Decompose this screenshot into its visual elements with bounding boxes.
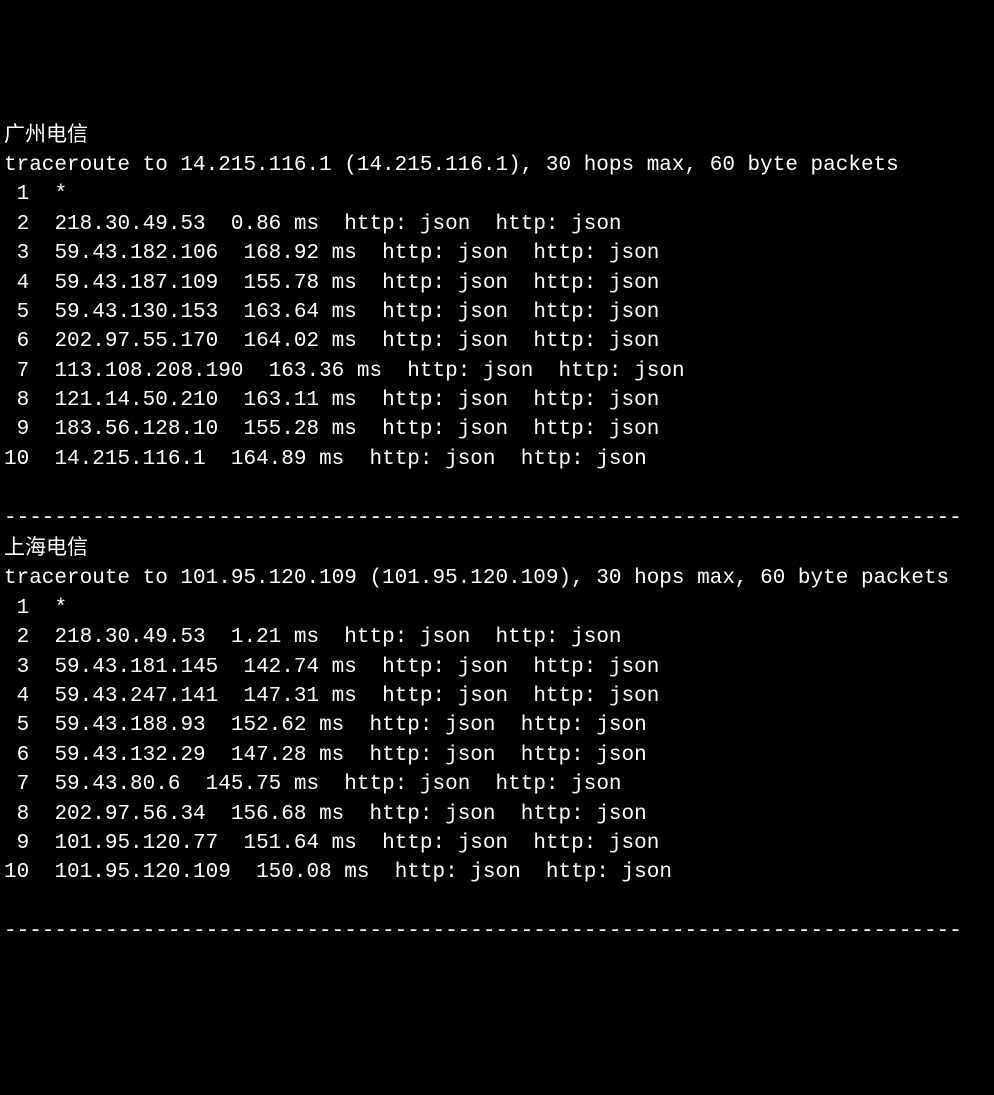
hop-line: 1 * bbox=[4, 597, 67, 620]
hop-line: 4 59.43.247.141 147.31 ms http: json htt… bbox=[4, 685, 659, 708]
hop-num: 5 bbox=[4, 714, 29, 737]
hop-text: 218.30.49.53 0.86 ms http: json http: js… bbox=[54, 213, 621, 236]
hop-num: 2 bbox=[4, 626, 29, 649]
section-title: 上海电信 bbox=[4, 536, 88, 559]
hop-num: 6 bbox=[4, 744, 29, 767]
hop-line: 8 202.97.56.34 156.68 ms http: json http… bbox=[4, 803, 647, 826]
traceroute-header: traceroute to 14.215.116.1 (14.215.116.1… bbox=[4, 154, 899, 177]
hop-num: 3 bbox=[4, 242, 29, 265]
hop-line: 7 113.108.208.190 163.36 ms http: json h… bbox=[4, 360, 685, 383]
hop-line: 5 59.43.188.93 152.62 ms http: json http… bbox=[4, 714, 647, 737]
hop-text: * bbox=[54, 597, 67, 620]
hop-text: 14.215.116.1 164.89 ms http: json http: … bbox=[54, 448, 646, 471]
hop-text: 59.43.132.29 147.28 ms http: json http: … bbox=[54, 744, 646, 767]
separator: ----------------------------------------… bbox=[4, 920, 962, 943]
hop-line: 5 59.43.130.153 163.64 ms http: json htt… bbox=[4, 301, 659, 324]
hop-line: 6 59.43.132.29 147.28 ms http: json http… bbox=[4, 744, 647, 767]
hop-num: 9 bbox=[4, 418, 29, 441]
hop-text: 59.43.80.6 145.75 ms http: json http: js… bbox=[54, 773, 621, 796]
hop-text: 218.30.49.53 1.21 ms http: json http: js… bbox=[54, 626, 621, 649]
hop-line: 9 183.56.128.10 155.28 ms http: json htt… bbox=[4, 418, 659, 441]
hop-num: 4 bbox=[4, 272, 29, 295]
hop-line: 7 59.43.80.6 145.75 ms http: json http: … bbox=[4, 773, 622, 796]
hop-num: 5 bbox=[4, 301, 29, 324]
hop-line: 2 218.30.49.53 0.86 ms http: json http: … bbox=[4, 213, 622, 236]
hop-num: 2 bbox=[4, 213, 29, 236]
hop-text: 59.43.187.109 155.78 ms http: json http:… bbox=[54, 272, 659, 295]
hop-num: 6 bbox=[4, 330, 29, 353]
hop-text: 59.43.182.106 168.92 ms http: json http:… bbox=[54, 242, 659, 265]
hop-line: 8 121.14.50.210 163.11 ms http: json htt… bbox=[4, 389, 659, 412]
hop-num: 10 bbox=[4, 448, 29, 471]
hop-num: 10 bbox=[4, 861, 29, 884]
hop-line: 10 101.95.120.109 150.08 ms http: json h… bbox=[4, 861, 672, 884]
hop-num: 7 bbox=[4, 773, 29, 796]
terminal-output: 广州电信 traceroute to 14.215.116.1 (14.215.… bbox=[4, 120, 990, 947]
hop-line: 1 * bbox=[4, 183, 67, 206]
hop-text: 121.14.50.210 163.11 ms http: json http:… bbox=[54, 389, 659, 412]
section-title: 广州电信 bbox=[4, 123, 88, 146]
traceroute-header: traceroute to 101.95.120.109 (101.95.120… bbox=[4, 567, 949, 590]
hop-text: 202.97.56.34 156.68 ms http: json http: … bbox=[54, 803, 646, 826]
hop-num: 8 bbox=[4, 389, 29, 412]
hop-num: 8 bbox=[4, 803, 29, 826]
hop-text: 101.95.120.77 151.64 ms http: json http:… bbox=[54, 832, 659, 855]
hop-line: 10 14.215.116.1 164.89 ms http: json htt… bbox=[4, 448, 647, 471]
hop-num: 9 bbox=[4, 832, 29, 855]
hop-line: 4 59.43.187.109 155.78 ms http: json htt… bbox=[4, 272, 659, 295]
hop-text: 59.43.181.145 142.74 ms http: json http:… bbox=[54, 656, 659, 679]
hop-line: 3 59.43.182.106 168.92 ms http: json htt… bbox=[4, 242, 659, 265]
hop-num: 1 bbox=[4, 597, 29, 620]
hop-num: 3 bbox=[4, 656, 29, 679]
hop-text: 59.43.130.153 163.64 ms http: json http:… bbox=[54, 301, 659, 324]
hop-line: 9 101.95.120.77 151.64 ms http: json htt… bbox=[4, 832, 659, 855]
separator: ----------------------------------------… bbox=[4, 507, 962, 530]
hop-line: 3 59.43.181.145 142.74 ms http: json htt… bbox=[4, 656, 659, 679]
hop-text: 59.43.188.93 152.62 ms http: json http: … bbox=[54, 714, 646, 737]
hop-text: 101.95.120.109 150.08 ms http: json http… bbox=[54, 861, 672, 884]
hop-num: 1 bbox=[4, 183, 29, 206]
hop-text: 183.56.128.10 155.28 ms http: json http:… bbox=[54, 418, 659, 441]
hop-text: 113.108.208.190 163.36 ms http: json htt… bbox=[54, 360, 684, 383]
hop-line: 2 218.30.49.53 1.21 ms http: json http: … bbox=[4, 626, 622, 649]
hop-num: 7 bbox=[4, 360, 29, 383]
hop-text: * bbox=[54, 183, 67, 206]
hop-text: 59.43.247.141 147.31 ms http: json http:… bbox=[54, 685, 659, 708]
hop-num: 4 bbox=[4, 685, 29, 708]
hop-text: 202.97.55.170 164.02 ms http: json http:… bbox=[54, 330, 659, 353]
hop-line: 6 202.97.55.170 164.02 ms http: json htt… bbox=[4, 330, 659, 353]
